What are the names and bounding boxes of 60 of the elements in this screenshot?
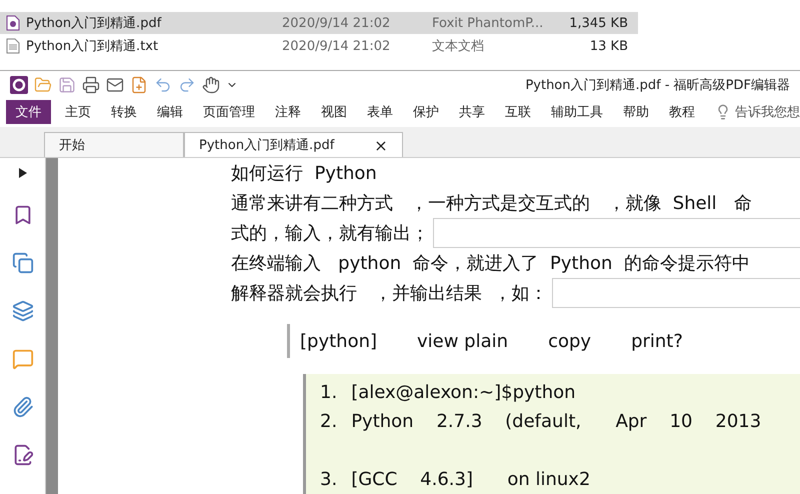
file-size: 13 KB (588, 38, 628, 54)
paragraph-line: 在终端输入 python 命令，就进入了 Python 的命令提示符中 (231, 252, 750, 275)
new-file-icon[interactable] (130, 76, 148, 94)
mail-icon[interactable] (106, 76, 124, 94)
heading-text: 如何运行 Python (231, 162, 377, 185)
expand-triangle-icon[interactable] (18, 168, 26, 178)
redo-icon[interactable] (178, 76, 196, 94)
ribbon-tab[interactable]: 教程 (659, 103, 705, 121)
code-tool-link[interactable]: [python] (300, 330, 378, 352)
paperclip-icon[interactable] (12, 396, 34, 418)
folder-icon[interactable] (34, 76, 52, 94)
document-tab[interactable]: Python入门到精通.pdf × (184, 132, 403, 157)
file-row[interactable]: Python入门到精通.txt 2020/9/14 21:02 文本文档 13 KB (0, 35, 638, 57)
file-name: Python入门到精通.pdf (26, 15, 163, 32)
ribbon-tab[interactable]: 主页 (55, 103, 101, 121)
line-number: 1. (320, 382, 338, 405)
ribbon-tab[interactable]: 表单 (357, 103, 403, 121)
file-date: 2020/9/14 21:02 (282, 38, 392, 54)
tell-me-field[interactable]: 告诉我您想 (735, 103, 800, 121)
code-line: [GCC 4.6.3] on linux2 (351, 469, 590, 492)
save-icon[interactable] (58, 76, 76, 94)
ribbon-tab[interactable]: 共享 (449, 103, 495, 121)
window-title: Python入门到精通.pdf - 福昕高级PDF编辑器 (525, 77, 790, 94)
code-tool-link[interactable]: print? (631, 330, 683, 352)
app-logo-icon[interactable] (10, 76, 28, 94)
file-name: Python入门到精通.txt (26, 38, 160, 55)
code-tool-link[interactable]: copy (548, 330, 592, 352)
code-line: Python 2.7.3 (default, Apr 10 2013 (351, 411, 762, 434)
ribbon-tab[interactable]: 转换 (101, 103, 147, 121)
pages-icon[interactable] (12, 252, 34, 274)
paragraph-line: 式的，输入，就有输出； (231, 222, 429, 245)
paragraph-line: 解释器就会执行 ，并输出结果 ，如： (231, 282, 548, 305)
ribbon-tab[interactable]: 注释 (265, 103, 311, 121)
printer-icon[interactable] (82, 76, 100, 94)
comment-icon[interactable] (12, 348, 34, 370)
line-number: 3. (320, 469, 338, 492)
ribbon-tab[interactable]: 视图 (311, 103, 357, 121)
close-tab-button[interactable]: × (374, 136, 388, 154)
file-size: 1,345 KB (568, 16, 628, 30)
line-number: 2. (320, 411, 338, 434)
pdf-file-icon (6, 15, 20, 31)
file-row[interactable]: Python入门到精通.pdf 2020/9/14 21:02 Foxit PhantomP... 1,345 KB (0, 12, 638, 34)
undo-icon[interactable] (154, 76, 172, 94)
hand-icon[interactable] (202, 76, 220, 94)
text-file-icon (6, 38, 20, 54)
ribbon-tab[interactable]: 页面管理 (193, 103, 265, 121)
code-line: [alex@alexon:~]$python (351, 382, 576, 405)
code-tool-link[interactable]: view plain (417, 330, 508, 352)
paragraph-line: 通常来讲有二种方式 ，一种方式是交互式的 ，就像 Shell 命 (231, 192, 752, 215)
file-type: 文本文档 (432, 38, 485, 55)
layers-icon[interactable] (12, 300, 34, 322)
ribbon-tab[interactable]: 互联 (495, 103, 541, 121)
document-tab[interactable]: 开始 (44, 132, 184, 157)
file-date: 2020/9/14 21:02 (282, 16, 392, 30)
file-menu-button[interactable]: 文件 (6, 100, 52, 124)
ribbon-tab[interactable]: 辅助工具 (541, 103, 613, 121)
file-type: Foxit PhantomP... (432, 16, 544, 30)
ribbon-tab[interactable]: 帮助 (613, 103, 659, 121)
ribbon-tab[interactable]: 编辑 (147, 103, 193, 121)
ribbon-tab[interactable]: 保护 (403, 103, 449, 121)
